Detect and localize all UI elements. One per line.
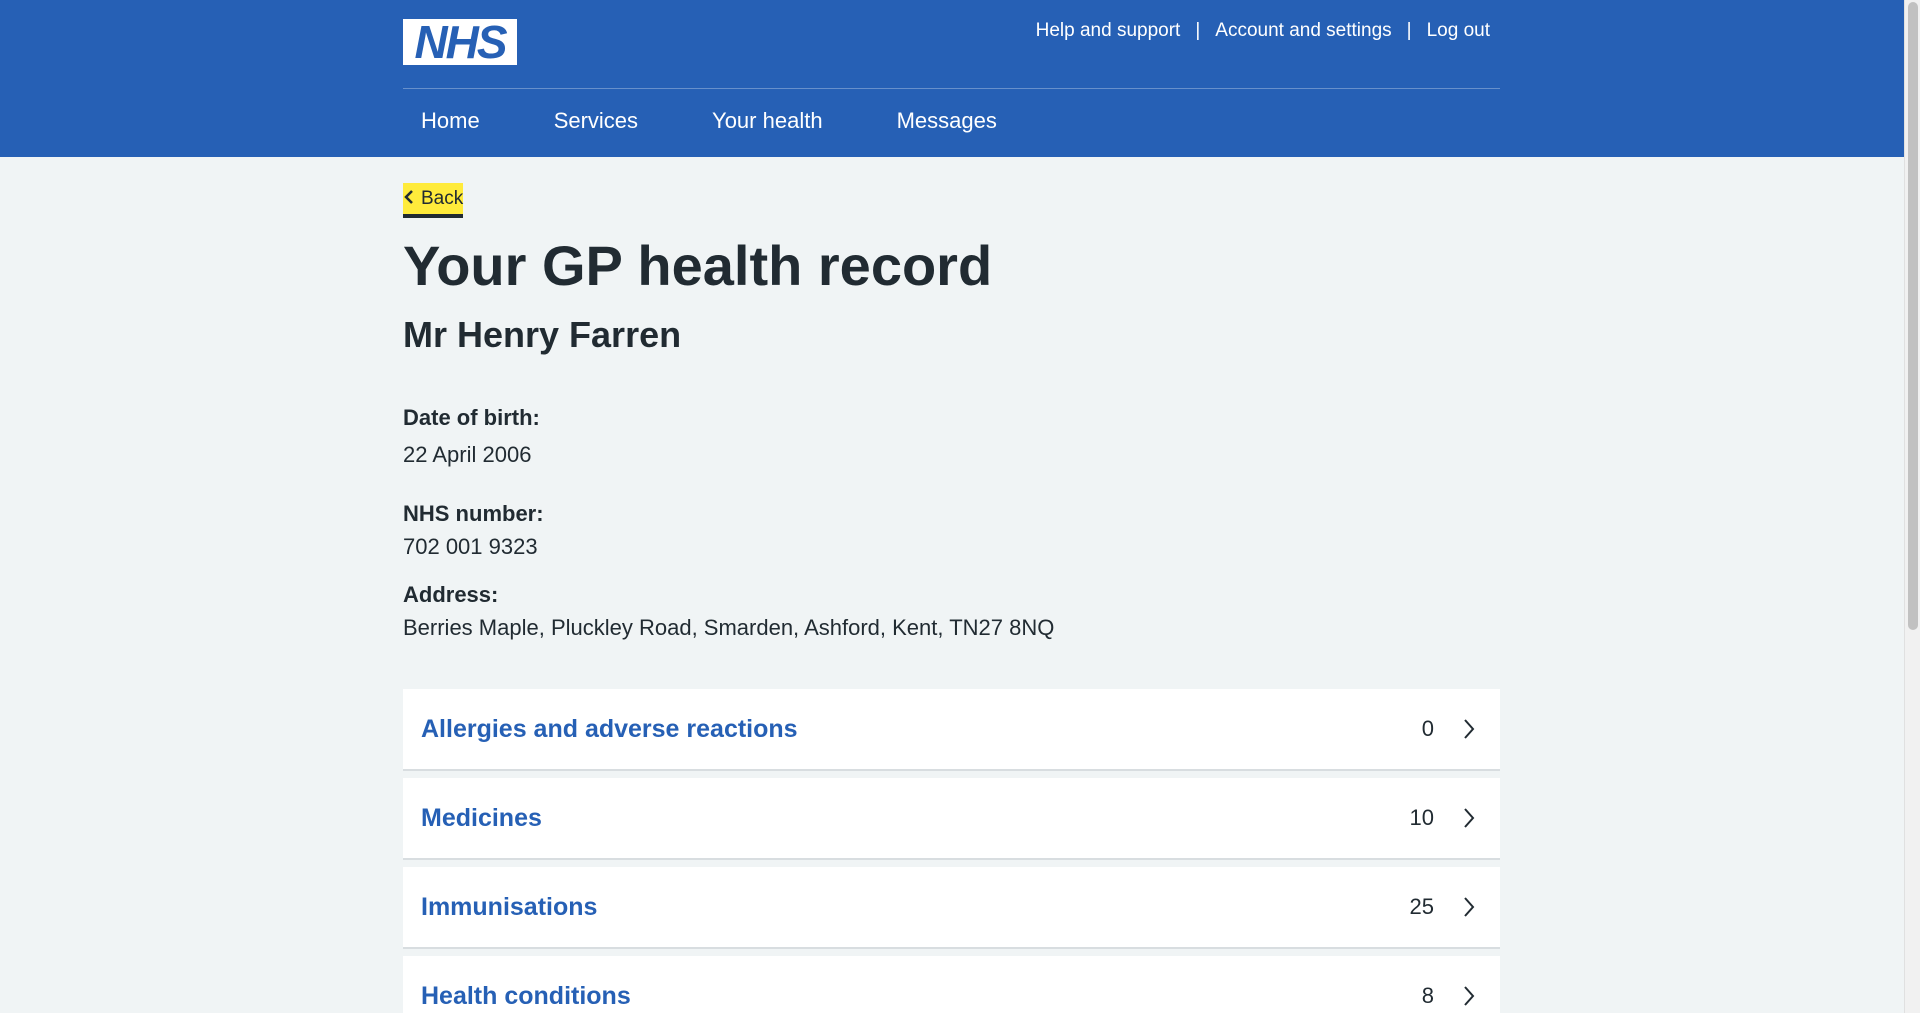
dob-value: 22 April 2006 bbox=[403, 442, 532, 467]
vertical-scrollbar[interactable] bbox=[1904, 0, 1920, 1013]
nav-separator: | bbox=[1406, 20, 1412, 41]
utility-nav: Help and support | Account and settings … bbox=[1036, 20, 1490, 42]
dob-label: Date of birth: bbox=[403, 405, 540, 430]
record-count: 10 bbox=[1409, 805, 1434, 830]
record-count: 0 bbox=[1421, 716, 1434, 741]
record-list: Allergies and adverse reactions 0 Medici… bbox=[403, 689, 1500, 1013]
help-and-support-link[interactable]: Help and support bbox=[1036, 20, 1181, 42]
record-item-health-conditions[interactable]: Health conditions 8 bbox=[403, 956, 1500, 1013]
page: NHS Help and support | Account and setti… bbox=[0, 0, 1920, 1013]
nav-services[interactable]: Services bbox=[554, 108, 638, 134]
record-title[interactable]: Allergies and adverse reactions bbox=[421, 715, 798, 744]
nhs-logo[interactable]: NHS bbox=[403, 19, 517, 65]
chevron-right-icon bbox=[1458, 718, 1480, 740]
header-divider bbox=[403, 88, 1500, 89]
page-title: Your GP health record bbox=[403, 234, 993, 297]
nhs-number-value: 702 001 9323 bbox=[403, 534, 538, 559]
back-link-label: Back bbox=[421, 187, 464, 209]
record-item-immunisations[interactable]: Immunisations 25 bbox=[403, 867, 1500, 949]
record-title[interactable]: Immunisations bbox=[421, 893, 597, 922]
record-title[interactable]: Medicines bbox=[421, 804, 542, 833]
record-count: 8 bbox=[1421, 983, 1434, 1008]
chevron-left-icon bbox=[403, 189, 421, 208]
site-header: NHS Help and support | Account and setti… bbox=[0, 0, 1904, 157]
nav-home[interactable]: Home bbox=[421, 108, 480, 134]
record-item-medicines[interactable]: Medicines 10 bbox=[403, 778, 1500, 860]
main-nav: Home Services Your health Messages bbox=[421, 108, 1071, 134]
nav-separator: | bbox=[1195, 20, 1201, 41]
record-item-allergies[interactable]: Allergies and adverse reactions 0 bbox=[403, 689, 1500, 771]
nhs-logo-text: NHS bbox=[414, 16, 507, 68]
chevron-right-icon bbox=[1458, 807, 1480, 829]
header-container: NHS Help and support | Account and setti… bbox=[403, 0, 1500, 157]
back-link[interactable]: Back bbox=[403, 183, 464, 218]
address-value: Berries Maple, Pluckley Road, Smarden, A… bbox=[403, 615, 1055, 640]
chevron-right-icon bbox=[1458, 896, 1480, 918]
record-title[interactable]: Health conditions bbox=[421, 982, 631, 1011]
nhs-number-label: NHS number: bbox=[403, 501, 544, 526]
nav-your-health[interactable]: Your health bbox=[712, 108, 823, 134]
chevron-right-icon bbox=[1458, 985, 1480, 1007]
account-and-settings-link[interactable]: Account and settings bbox=[1215, 20, 1391, 42]
address-label: Address: bbox=[403, 582, 499, 607]
record-count: 25 bbox=[1409, 894, 1434, 919]
log-out-link[interactable]: Log out bbox=[1427, 20, 1490, 42]
nav-messages[interactable]: Messages bbox=[897, 108, 997, 134]
patient-name: Mr Henry Farren bbox=[403, 314, 682, 355]
scrollbar-thumb[interactable] bbox=[1908, 2, 1918, 630]
